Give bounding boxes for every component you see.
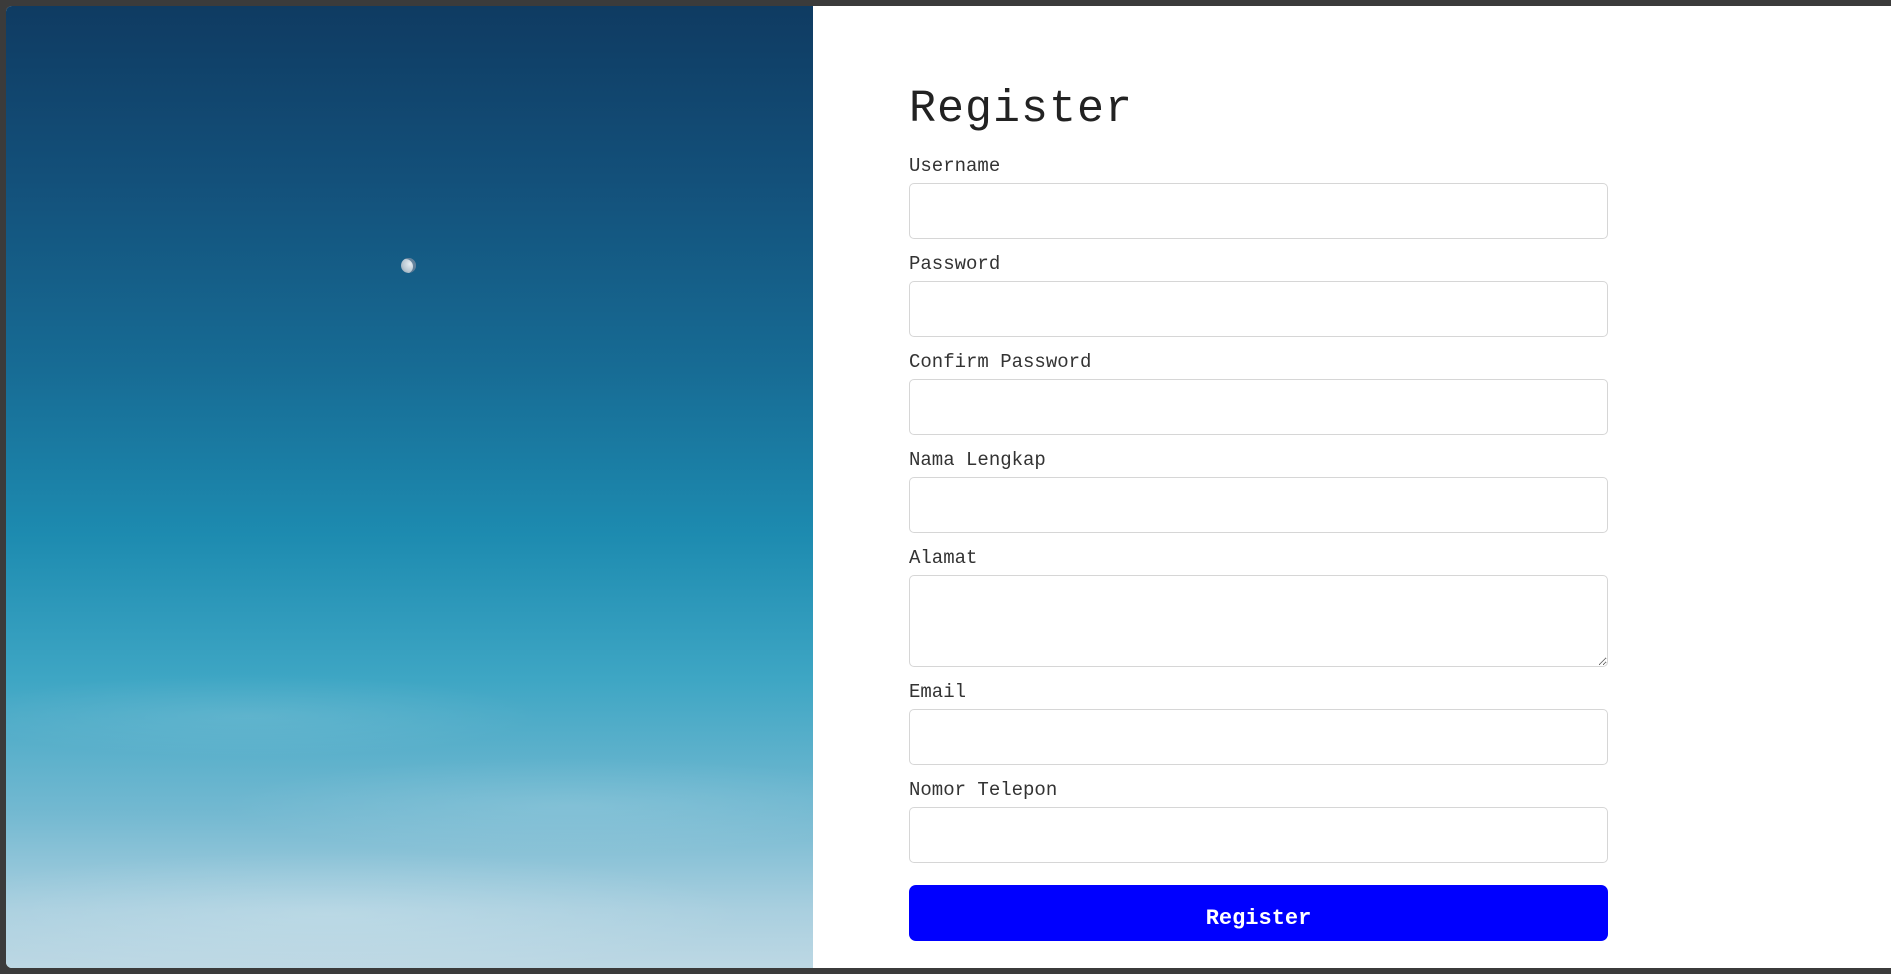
username-input[interactable] bbox=[909, 183, 1608, 239]
full-name-label: Nama Lengkap bbox=[909, 449, 1046, 471]
address-textarea[interactable] bbox=[909, 575, 1608, 667]
password-input[interactable] bbox=[909, 281, 1608, 337]
register-button[interactable]: Register bbox=[909, 885, 1608, 941]
email-input[interactable] bbox=[909, 709, 1608, 765]
phone-input[interactable] bbox=[909, 807, 1608, 863]
register-form: Register Username Password Confirm Passw… bbox=[909, 80, 1608, 941]
email-label: Email bbox=[909, 681, 967, 703]
password-label: Password bbox=[909, 253, 1001, 275]
sky-background-image bbox=[6, 6, 813, 968]
confirm-password-input[interactable] bbox=[909, 379, 1608, 435]
register-panel: Register Username Password Confirm Passw… bbox=[813, 6, 1891, 968]
address-label: Alamat bbox=[909, 547, 978, 569]
phone-label: Nomor Telepon bbox=[909, 779, 1058, 801]
confirm-password-label: Confirm Password bbox=[909, 351, 1092, 373]
full-name-input[interactable] bbox=[909, 477, 1608, 533]
moon-icon bbox=[401, 258, 416, 273]
app-window: Register Username Password Confirm Passw… bbox=[6, 6, 1891, 968]
username-label: Username bbox=[909, 155, 1001, 177]
page-title: Register bbox=[909, 84, 1134, 135]
